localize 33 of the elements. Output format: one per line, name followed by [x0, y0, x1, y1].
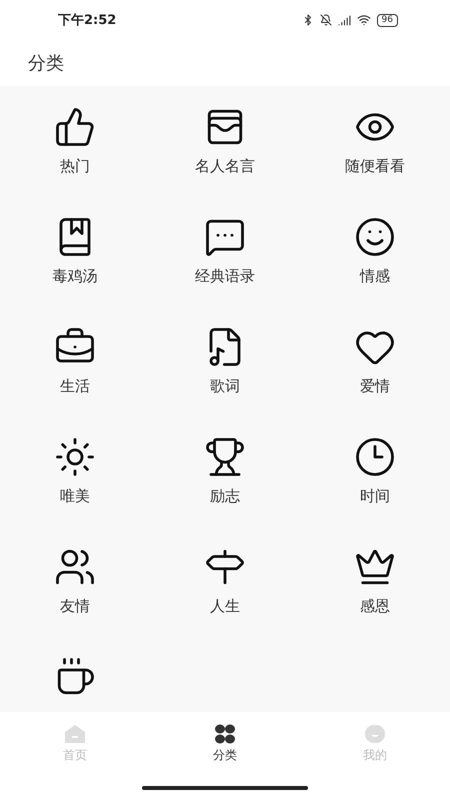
- category-label[interactable]: 感恩: [360, 597, 390, 616]
- face-icon: [364, 724, 386, 744]
- wifi-icon: [356, 13, 371, 27]
- nav-label: 首页: [63, 747, 87, 764]
- category-label[interactable]: 名人名言: [195, 157, 255, 176]
- category-label[interactable]: 人生: [210, 597, 240, 616]
- category-label[interactable]: 经典语录: [195, 267, 255, 286]
- category-label[interactable]: 唯美: [60, 487, 90, 506]
- nav-tab[interactable]: 分类: [150, 724, 300, 764]
- category-label[interactable]: 情感: [360, 267, 390, 286]
- category-label[interactable]: 生活: [60, 377, 90, 396]
- category-label[interactable]: 歌词: [210, 377, 240, 396]
- category-label[interactable]: 爱情: [360, 377, 390, 396]
- category-label[interactable]: 时间: [360, 487, 390, 506]
- category-label[interactable]: 热门: [60, 157, 90, 176]
- nav-label: 分类: [213, 747, 237, 764]
- nav-label: 我的: [363, 747, 387, 764]
- category-label[interactable]: 友情: [60, 597, 90, 616]
- battery-level: 96: [376, 14, 398, 26]
- home-icon: [64, 724, 86, 744]
- sun-icon[interactable]: [54, 436, 96, 478]
- grid-icon: [214, 724, 236, 744]
- smile-icon[interactable]: [354, 216, 396, 258]
- category-label[interactable]: 随便看看: [345, 157, 405, 176]
- clock-icon[interactable]: [354, 436, 396, 478]
- category-label[interactable]: 励志: [210, 487, 240, 506]
- trophy-icon[interactable]: [204, 436, 246, 478]
- bell-off-icon: [320, 14, 332, 26]
- signal-icon: [338, 14, 351, 26]
- page-title: 分类: [28, 52, 64, 75]
- category-label[interactable]: 毒鸡汤: [52, 267, 98, 286]
- status-time: 下午2:52: [58, 12, 116, 29]
- thumbs-up-icon[interactable]: [54, 106, 96, 148]
